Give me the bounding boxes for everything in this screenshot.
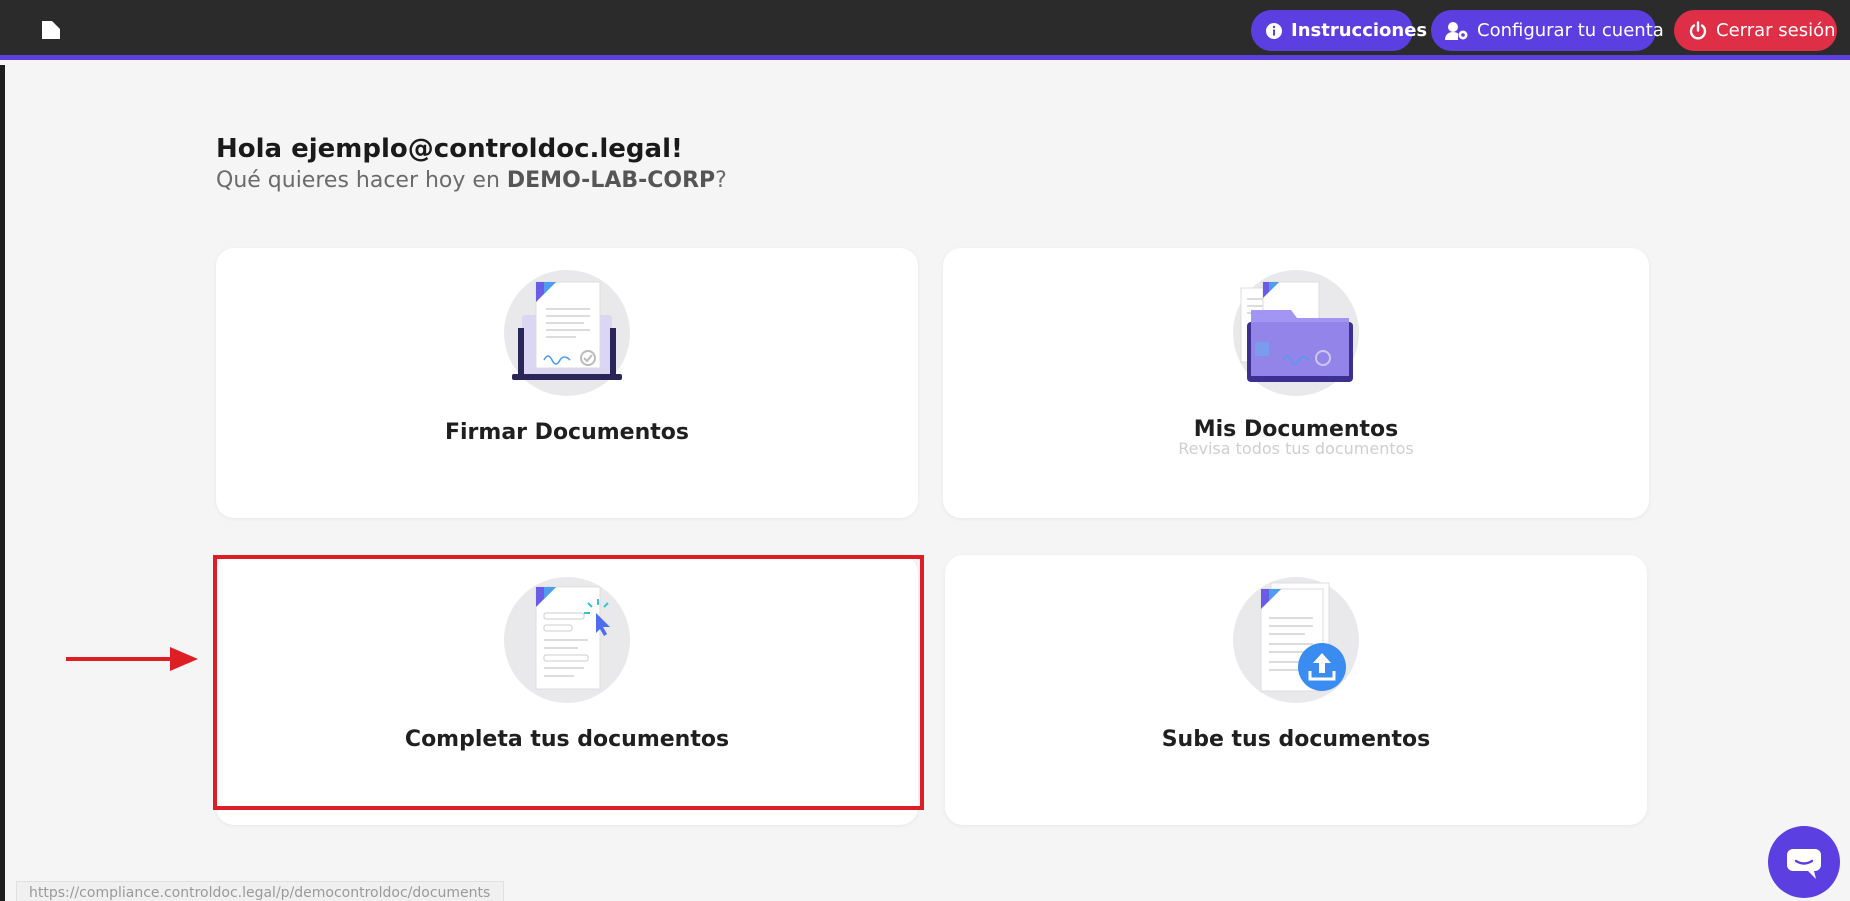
annotation-arrow-icon (66, 647, 198, 671)
document-folder-icon (1233, 270, 1359, 396)
upload-documents-card[interactable]: Sube tus documentos (945, 555, 1647, 825)
sign-documents-card[interactable]: Firmar Documentos (216, 248, 918, 518)
my-documents-card[interactable]: Mis Documentos Revisa todos tus document… (943, 248, 1649, 518)
top-navbar: Instrucciones Configurar tu cuenta Cerra… (0, 0, 1850, 60)
logout-label: Cerrar sesión (1716, 20, 1836, 41)
my-documents-description: Revisa todos tus documentos (1178, 439, 1414, 458)
chat-support-button[interactable] (1768, 826, 1840, 898)
subtitle-suffix: ? (715, 168, 727, 193)
user-settings-icon (1445, 21, 1468, 40)
greeting-subtitle: Qué quieres hacer hoy en DEMO-LAB-CORP? (216, 168, 727, 193)
sign-documents-title: Firmar Documentos (444, 420, 689, 445)
organization-name: DEMO-LAB-CORP (506, 168, 716, 193)
annotation-highlight-box (213, 555, 924, 810)
configure-account-label: Configurar tu cuenta (1477, 20, 1664, 41)
configure-account-button[interactable]: Configurar tu cuenta (1431, 10, 1664, 51)
sign-document-laptop-icon (504, 270, 630, 396)
subtitle-prefix: Qué quieres hacer hoy en (216, 168, 507, 193)
power-icon (1689, 20, 1707, 39)
instructions-button[interactable]: Instrucciones (1251, 10, 1427, 51)
info-icon (1266, 22, 1282, 39)
logout-button[interactable]: Cerrar sesión (1674, 10, 1837, 51)
instructions-label: Instrucciones (1291, 20, 1428, 41)
upload-document-icon (1233, 577, 1359, 703)
greeting-heading: Hola ejemplo@controldoc.legal! (216, 134, 683, 164)
window-edge (0, 65, 5, 901)
document-logo-icon[interactable] (40, 20, 62, 40)
chat-bubble-icon (1787, 849, 1821, 879)
upload-documents-title: Sube tus documentos (1161, 727, 1431, 752)
status-bar-url: https://compliance.controldoc.legal/p/de… (16, 881, 504, 901)
